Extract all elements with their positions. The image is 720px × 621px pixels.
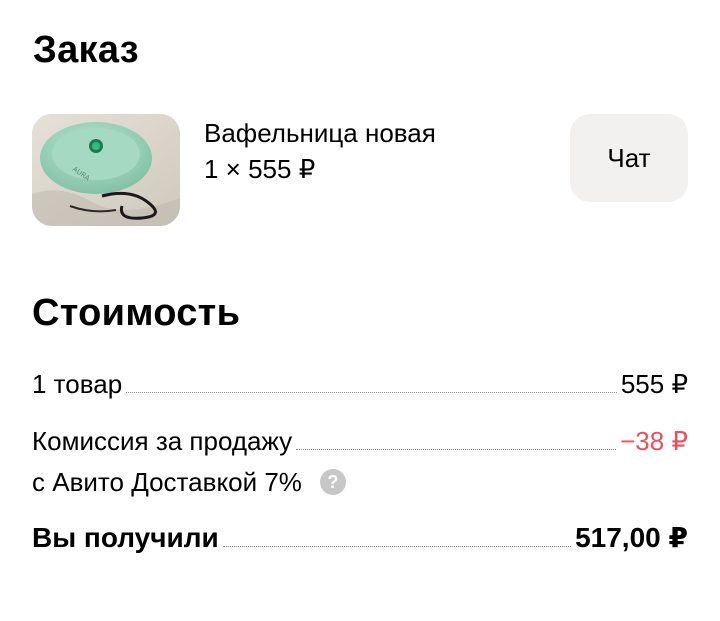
question-circle-icon[interactable]: ? [319,469,346,495]
product-quantity-price: 1 × 555 ₽ [204,154,316,184]
total-row: Вы получили 517,00 ₽ [32,522,688,554]
dotted-leader [126,392,617,393]
waffle-maker-photo: AURA [32,114,180,226]
commission-value: −38 ₽ [620,426,688,456]
commission-label-line2: с Авито Доставкой 7% ? [32,466,346,498]
product-name[interactable]: Вафельница новая [204,117,436,149]
dotted-leader [222,546,572,547]
commission-row: Комиссия за продажу −38 ₽ [32,425,688,457]
dotted-leader [296,449,617,450]
cost-title: Стоимость [32,292,241,334]
chat-button[interactable]: Чат [570,114,688,202]
order-title: Заказ [33,29,139,71]
items-row: 1 товар 555 ₽ [32,368,688,400]
product-image[interactable]: AURA [32,114,180,226]
total-label: Вы получили [32,522,219,553]
items-value: 555 ₽ [620,369,688,399]
total-value: 517,00 ₽ [575,522,688,553]
commission-label-continued: с Авито Доставкой 7% [32,467,302,497]
items-label: 1 товар [32,369,123,399]
commission-label: Комиссия за продажу [32,426,293,456]
